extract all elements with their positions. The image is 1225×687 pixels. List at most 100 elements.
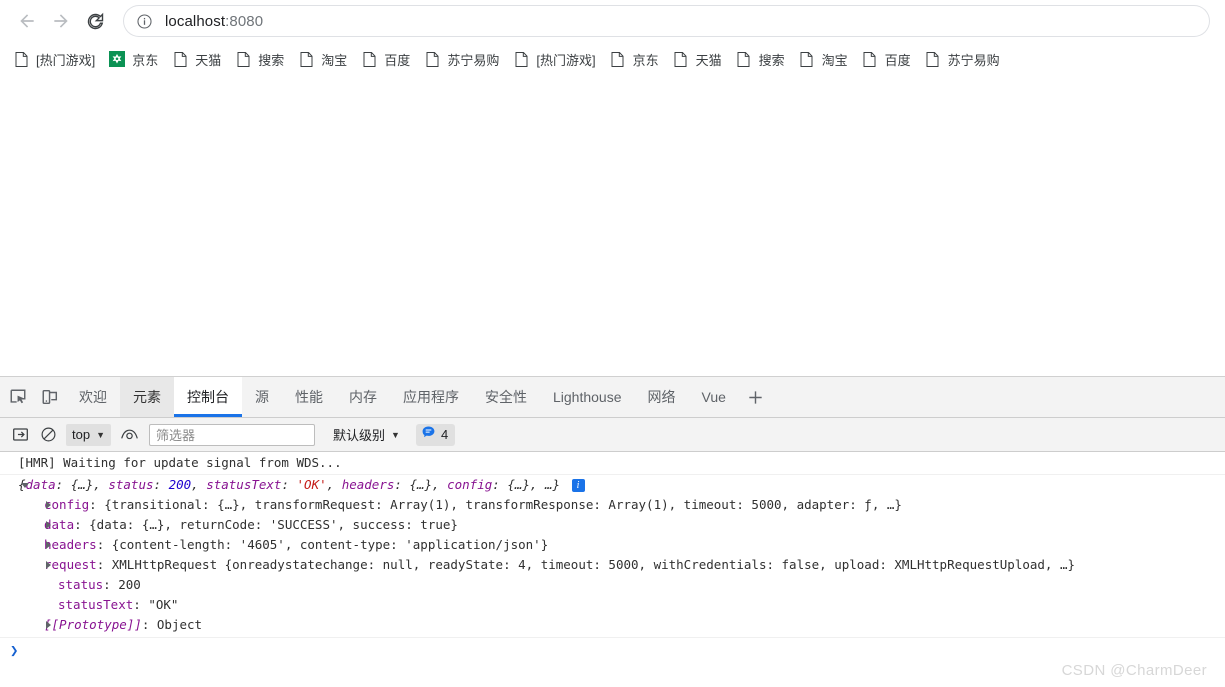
issues-count: 4 [440, 427, 449, 442]
tab-label: Vue [701, 389, 726, 405]
console-filter-input[interactable]: 筛选器 [149, 423, 315, 446]
tab-sources[interactable]: 源 [242, 377, 282, 417]
tab-elements[interactable]: 元素 [120, 377, 174, 417]
summary-key-statustext: statusText [206, 477, 282, 492]
bookmark-label: 百度 [384, 52, 411, 68]
log-level-selector[interactable]: 默认级别 ▼ [327, 424, 406, 446]
tab-lighthouse[interactable]: Lighthouse [540, 377, 635, 417]
tab-vue[interactable]: Vue [689, 377, 739, 417]
bookmark-item[interactable]: 百度 [354, 46, 417, 72]
property-value: : {content-length: '4605', content-type:… [96, 537, 549, 552]
eye-icon [120, 429, 138, 440]
tab-performance[interactable]: 性能 [282, 377, 336, 417]
disclosure-triangle-icon[interactable] [46, 501, 51, 509]
tab-console[interactable]: 控制台 [174, 377, 242, 417]
page-icon [235, 51, 251, 67]
property-value: : 200 [103, 577, 141, 592]
bookmark-label: 京东 [132, 52, 159, 68]
url-host: localhost [165, 12, 226, 30]
page-icon [13, 51, 29, 67]
tab-application[interactable]: 应用程序 [390, 377, 472, 417]
page-icon [799, 51, 815, 67]
bookmarks-bar: [热门游戏] 京东 天猫 搜索 淘宝 百度 苏宁易购 [热门游戏] 京东 天猫 … [0, 42, 1225, 76]
console-message-hmr: [HMR] Waiting for update signal from WDS… [0, 452, 1225, 475]
bookmark-item[interactable]: [热门游戏] [6, 46, 102, 72]
browser-toolbar: localhost:8080 [0, 0, 1225, 42]
bookmark-item[interactable]: 淘宝 [291, 46, 354, 72]
disclosure-triangle-icon[interactable] [46, 541, 51, 549]
summary-key-data: data [25, 477, 56, 492]
address-bar[interactable]: localhost:8080 [124, 6, 1209, 36]
bookmark-item[interactable]: 京东 [102, 46, 165, 72]
console-message-object: {data: {…}, status: 200, statusText: 'OK… [0, 475, 1225, 638]
disclosure-triangle-icon[interactable] [46, 621, 51, 629]
tab-security[interactable]: 安全性 [472, 377, 540, 417]
object-property-row[interactable]: headers: {content-length: '4605', conten… [0, 535, 1225, 555]
info-badge-icon[interactable]: i [571, 479, 585, 492]
summary-val-config: {…} [507, 477, 530, 492]
console-output[interactable]: [HMR] Waiting for update signal from WDS… [0, 452, 1225, 687]
bookmark-label: [热门游戏] [536, 52, 596, 68]
page-icon [513, 51, 529, 67]
reload-button[interactable] [78, 4, 112, 38]
object-summary-line[interactable]: {data: {…}, status: 200, statusText: 'OK… [0, 475, 1225, 495]
tab-welcome[interactable]: 欢迎 [66, 377, 120, 417]
inspect-element-button[interactable] [2, 377, 34, 417]
tab-label: 内存 [349, 389, 377, 405]
bookmark-item[interactable]: 天猫 [165, 46, 228, 72]
object-property-row[interactable]: status: 200 [0, 575, 1225, 595]
property-value: : {transitional: {…}, transformRequest: … [89, 497, 902, 512]
object-property-row[interactable]: statusText: "OK" [0, 595, 1225, 615]
javascript-context-selector[interactable]: top ▼ [66, 423, 111, 446]
bookmark-label: 天猫 [195, 52, 222, 68]
summary-val-headers: {…} [409, 477, 433, 492]
summary-key-headers: headers [341, 477, 395, 492]
watermark: CSDN @CharmDeer [1061, 662, 1207, 679]
tab-memory[interactable]: 内存 [336, 377, 390, 417]
back-button[interactable] [10, 4, 44, 38]
disclosure-triangle-icon[interactable] [46, 561, 51, 569]
hmr-message-text: [HMR] Waiting for update signal from WDS… [18, 455, 342, 470]
no-entry-icon [41, 427, 55, 442]
bookmark-item[interactable]: 搜索 [228, 46, 291, 72]
browser-window: localhost:8080 [热门游戏] 京东 天猫 搜索 淘宝 百度 苏宁易… [0, 0, 1225, 687]
console-prompt[interactable]: ❯ [0, 638, 1225, 664]
site-info-icon[interactable] [136, 13, 153, 30]
live-expression-button[interactable] [115, 422, 143, 448]
bookmark-item[interactable]: [热门游戏] [506, 46, 602, 72]
bookmark-item[interactable]: 淘宝 [792, 46, 855, 72]
bookmark-label: 天猫 [695, 52, 722, 68]
summary-key-status: status [108, 477, 154, 492]
object-prototype-row[interactable]: [[Prototype]]: Object [0, 615, 1225, 635]
object-property-row[interactable]: request: XMLHttpRequest {onreadystatecha… [0, 555, 1225, 575]
console-sidebar-toggle[interactable] [6, 422, 34, 448]
bookmark-label: [热门游戏] [36, 52, 96, 68]
bookmark-label: 苏宁易购 [447, 52, 500, 68]
devtools-tab-bar: 欢迎 元素 控制台 源 性能 内存 应用程序 安全性 Lighthouse 网络… [0, 377, 1225, 418]
page-icon [862, 51, 878, 67]
tab-network[interactable]: 网络 [635, 377, 689, 417]
object-property-row[interactable]: data: {data: {…}, returnCode: 'SUCCESS',… [0, 515, 1225, 535]
bookmark-item[interactable]: 苏宁易购 [918, 46, 1007, 72]
forward-button[interactable] [44, 4, 78, 38]
bookmark-item[interactable]: 搜索 [729, 46, 792, 72]
disclosure-triangle-open-icon[interactable] [21, 483, 29, 492]
arrow-right-icon [54, 14, 68, 28]
property-value: : "OK" [133, 597, 179, 612]
jd-icon [109, 51, 126, 67]
bookmark-item[interactable]: 苏宁易购 [417, 46, 506, 72]
clear-console-button[interactable] [34, 422, 62, 448]
tab-label: 网络 [647, 389, 676, 405]
object-property-row[interactable]: config: {transitional: {…}, transformReq… [0, 495, 1225, 515]
console-toolbar: top ▼ 筛选器 默认级别 ▼ 4 [0, 418, 1225, 452]
bookmark-label: 淘宝 [821, 52, 848, 68]
reload-icon [87, 12, 103, 29]
issues-counter[interactable]: 4 [415, 423, 456, 446]
summary-val-data: {…} [70, 477, 94, 492]
device-toolbar-button[interactable] [34, 377, 66, 417]
bookmark-item[interactable]: 京东 [603, 46, 666, 72]
bookmark-item[interactable]: 天猫 [666, 46, 729, 72]
disclosure-triangle-icon[interactable] [46, 521, 51, 529]
bookmark-item[interactable]: 百度 [855, 46, 918, 72]
more-tabs-button[interactable] [739, 377, 773, 417]
